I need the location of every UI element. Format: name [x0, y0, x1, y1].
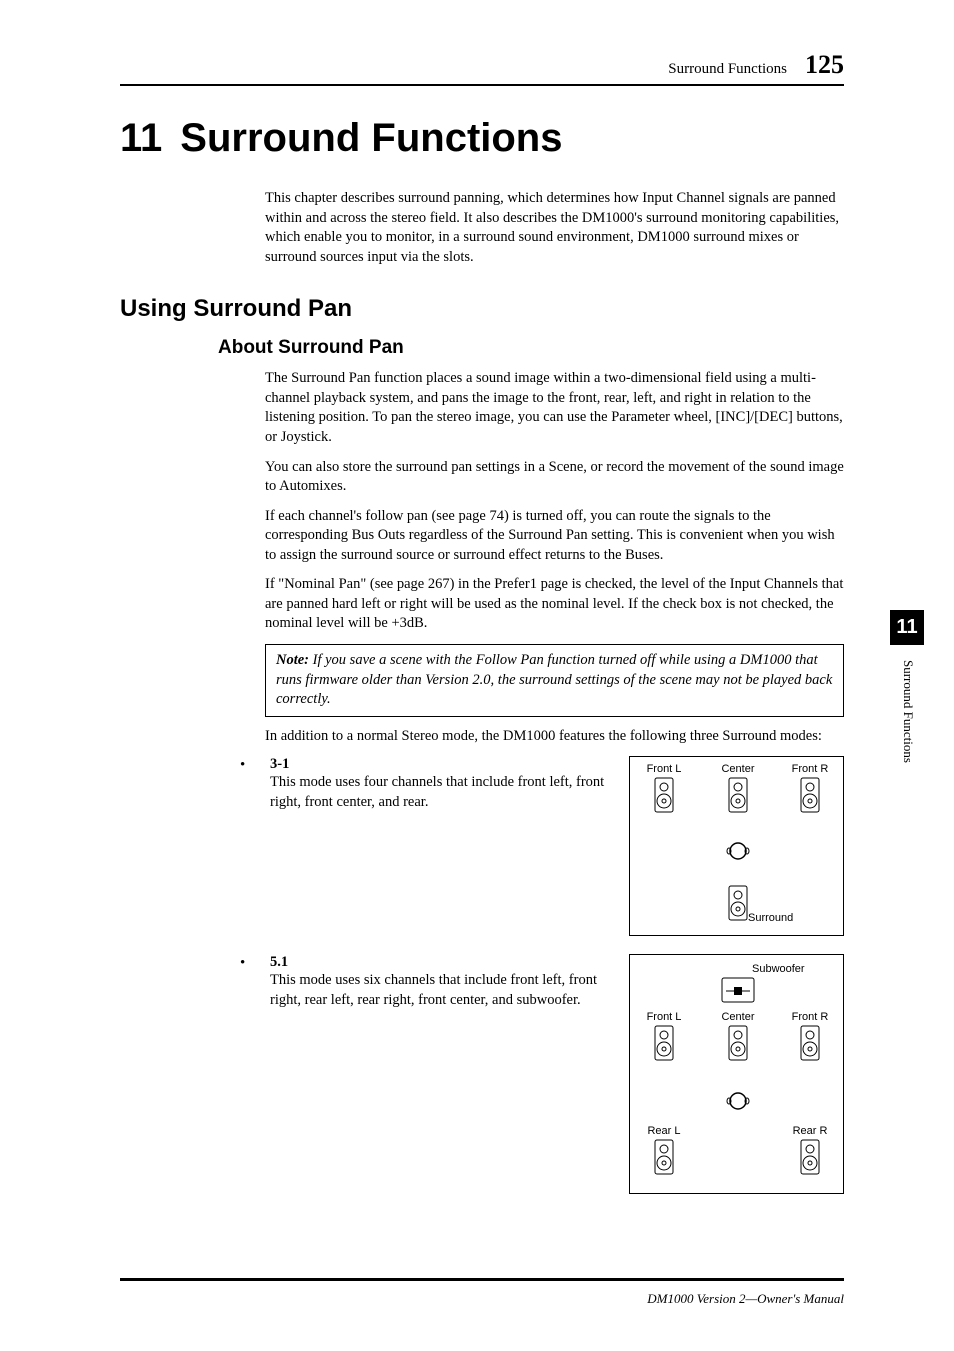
speaker-icon — [651, 1139, 677, 1175]
speaker-icon — [651, 777, 677, 813]
speaker-icon — [797, 1025, 823, 1061]
listener-icon — [726, 839, 750, 863]
mode-text: 3-1 This mode uses four channels that in… — [270, 756, 611, 812]
speaker-label: Subwoofer — [752, 963, 805, 975]
subwoofer-icon — [721, 977, 755, 1003]
mode-text: 5.1 This mode uses six channels that inc… — [270, 954, 611, 1010]
bullet-icon: • — [240, 756, 252, 774]
speaker-label: Front R — [780, 1011, 840, 1023]
speaker-label: Center — [708, 763, 768, 775]
speaker-icon — [725, 777, 751, 813]
paragraph: If "Nominal Pan" (see page 267) in the P… — [265, 575, 844, 634]
note-label: Note: — [276, 652, 309, 668]
speaker-label: Rear R — [780, 1125, 840, 1137]
mode-name: 3-1 — [270, 756, 611, 773]
chapter-number: 11 — [120, 116, 162, 161]
paragraph: In addition to a normal Stereo mode, the… — [265, 727, 844, 747]
side-tab-chapter-name: Surround Functions — [900, 660, 916, 763]
mode-5-1: • 5.1 This mode uses six channels that i… — [240, 954, 844, 1194]
paragraph: The Surround Pan function places a sound… — [265, 369, 844, 447]
speaker-label: Front L — [634, 763, 694, 775]
mode-name: 5.1 — [270, 954, 611, 971]
mode-description: This mode uses six channels that include… — [270, 971, 611, 1010]
section-heading: Using Surround Pan — [120, 295, 844, 323]
listener-icon — [726, 1089, 750, 1113]
side-tab-chapter-number: 11 — [890, 610, 924, 645]
speaker-label: Front L — [634, 1011, 694, 1023]
page-header: Surround Functions 125 — [120, 50, 844, 86]
note-text: If you save a scene with the Follow Pan … — [276, 652, 832, 707]
footer-text: DM1000 Version 2—Owner's Manual — [647, 1291, 844, 1307]
speaker-label: Front R — [780, 763, 840, 775]
footer-rule — [120, 1278, 844, 1281]
mode-3-1: • 3-1 This mode uses four channels that … — [240, 756, 844, 936]
speaker-label: Center — [708, 1011, 768, 1023]
speaker-icon — [725, 1025, 751, 1061]
chapter-name: Surround Functions — [180, 116, 562, 161]
speaker-label: Surround — [748, 912, 793, 924]
header-title: Surround Functions — [668, 61, 787, 78]
speaker-label: Rear L — [634, 1125, 694, 1137]
chapter-title: 11 Surround Functions — [120, 116, 844, 161]
body-text: The Surround Pan function places a sound… — [265, 369, 844, 746]
note-callout: Note: If you save a scene with the Follo… — [265, 644, 844, 717]
diagram-3-1: Front L Center Front R Surround — [629, 756, 844, 936]
bullet-icon: • — [240, 954, 252, 972]
speaker-icon — [651, 1025, 677, 1061]
mode-description: This mode uses four channels that includ… — [270, 773, 611, 812]
speaker-icon — [797, 1139, 823, 1175]
chapter-intro: This chapter describes surround panning,… — [265, 189, 844, 267]
subsection-heading: About Surround Pan — [218, 337, 844, 359]
paragraph: You can also store the surround pan sett… — [265, 458, 844, 497]
speaker-icon — [797, 777, 823, 813]
paragraph: If each channel's follow pan (see page 7… — [265, 507, 844, 566]
diagram-5-1: Subwoofer Front L Center Front R Rear L … — [629, 954, 844, 1194]
header-page-number: 125 — [805, 50, 844, 80]
